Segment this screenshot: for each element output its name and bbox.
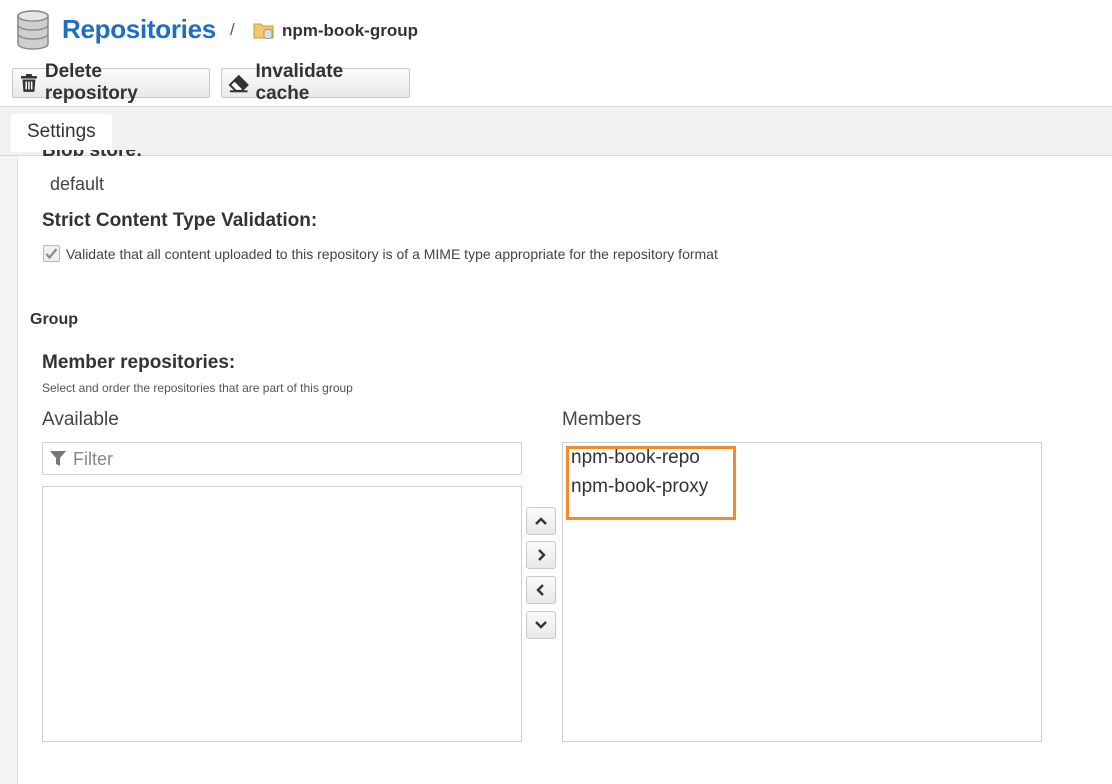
- available-label: Available: [42, 409, 119, 430]
- remove-from-members-button[interactable]: [526, 576, 556, 604]
- invalidate-cache-button[interactable]: Invalidate cache: [221, 61, 410, 104]
- blob-store-value: default: [50, 174, 105, 194]
- available-list[interactable]: [42, 486, 522, 742]
- breadcrumb-current: npm-book-group: [282, 21, 418, 40]
- group-section-heading: Group: [30, 311, 78, 328]
- member-item[interactable]: npm-book-proxy: [571, 476, 708, 498]
- database-icon: [17, 10, 49, 50]
- filter-icon: [50, 451, 66, 466]
- chevron-up-icon: [535, 517, 547, 525]
- checkmark-icon: [45, 248, 58, 260]
- page-header: Repositories / npm-book-group Delete rep…: [0, 0, 1112, 106]
- member-repositories-label: Member repositories:: [42, 352, 236, 373]
- page-title[interactable]: Repositories: [62, 14, 216, 45]
- strict-validation-text: Validate that all content uploaded to th…: [66, 246, 718, 262]
- filter-box: [42, 442, 522, 475]
- members-label: Members: [562, 409, 642, 430]
- blob-store-label: Blob store:: [42, 150, 142, 160]
- eraser-icon: [228, 74, 249, 93]
- delete-repository-label: Delete repository: [44, 61, 138, 104]
- invalidate-cache-label: Invalidate cache: [255, 61, 344, 104]
- breadcrumb-separator: /: [230, 20, 235, 39]
- blob-store-label-clipped: Blob store:: [42, 150, 242, 160]
- filter-input[interactable]: [73, 447, 513, 471]
- delete-repository-button[interactable]: Delete repository: [12, 61, 210, 104]
- folder-icon: [253, 23, 274, 39]
- trash-icon: [20, 74, 37, 92]
- chevron-down-icon: [535, 621, 547, 629]
- strict-validation-label: Strict Content Type Validation:: [42, 210, 318, 231]
- strict-validation-checkbox[interactable]: [43, 245, 60, 262]
- tab-settings[interactable]: Settings: [11, 114, 112, 152]
- chevron-right-icon: [538, 549, 546, 561]
- tab-bar: Settings: [0, 106, 1112, 156]
- chevron-left-icon: [536, 584, 544, 596]
- member-repositories-help: Select and order the repositories that a…: [42, 381, 353, 395]
- move-up-button[interactable]: [526, 507, 556, 535]
- add-to-members-button[interactable]: [526, 541, 556, 569]
- members-list[interactable]: npm-book-repo npm-book-proxy: [562, 442, 1042, 742]
- member-item[interactable]: npm-book-repo: [571, 447, 700, 469]
- move-down-button[interactable]: [526, 611, 556, 639]
